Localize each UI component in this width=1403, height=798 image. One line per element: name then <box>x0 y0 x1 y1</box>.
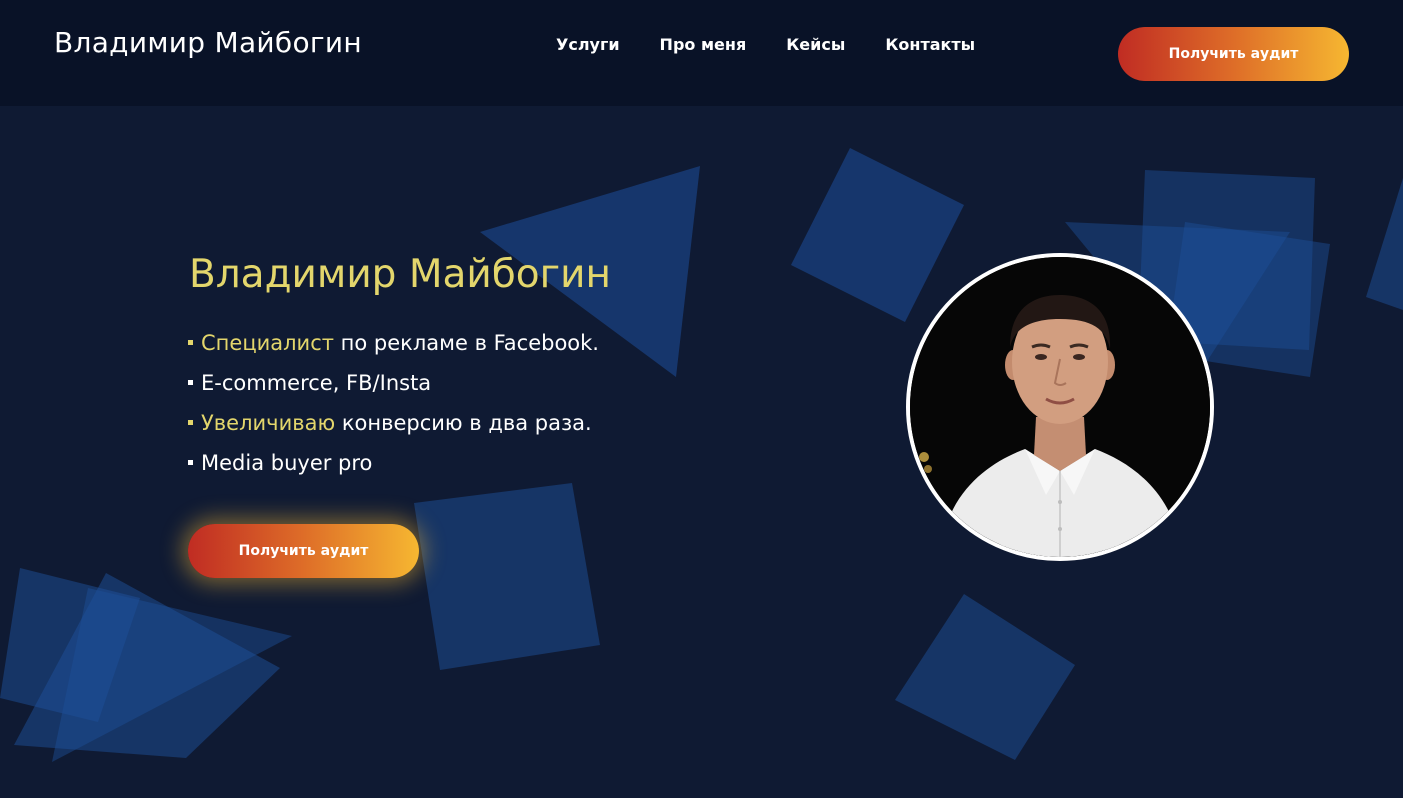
site-header: Владимир Майбогин Услуги Про меня Кейсы … <box>0 0 1403 106</box>
header-get-audit-button[interactable]: Получить аудит <box>1118 27 1349 81</box>
main-nav: Услуги Про меня Кейсы Контакты <box>556 35 975 54</box>
deco-square-shape <box>414 483 600 670</box>
nav-item-about[interactable]: Про меня <box>660 35 747 54</box>
list-item: E-commerce, FB/Insta <box>188 368 599 408</box>
bullet-square-icon <box>188 459 193 465</box>
deco-triangle-shape <box>1366 178 1403 310</box>
deco-square-shape <box>895 594 1075 760</box>
list-item: Увеличиваю конверсию в два раза. <box>188 408 599 448</box>
hero-get-audit-button[interactable]: Получить аудит <box>188 524 419 578</box>
bullet-square-icon <box>188 339 193 345</box>
bullet-text: по рекламе в Facebook. <box>333 331 599 355</box>
bullet-text: Media buyer pro <box>201 451 373 475</box>
list-item: Специалист по рекламе в Facebook. <box>188 328 599 368</box>
deco-square-shape <box>791 148 964 322</box>
portrait-photo-icon <box>910 257 1210 557</box>
nav-item-cases[interactable]: Кейсы <box>786 35 845 54</box>
bullet-square-icon <box>188 419 193 425</box>
nav-item-services[interactable]: Услуги <box>556 35 620 54</box>
hero-bullet-list: Специалист по рекламе в Facebook. E-comm… <box>188 328 599 488</box>
list-item: Media buyer pro <box>188 448 599 488</box>
nav-item-contacts[interactable]: Контакты <box>885 35 975 54</box>
landing-page: Владимир Майбогин Услуги Про меня Кейсы … <box>0 0 1403 798</box>
bullet-text: E-commerce, FB/Insta <box>201 371 432 395</box>
hero-title: Владимир Майбогин <box>189 252 611 297</box>
bullet-highlight: Специалист <box>201 331 334 355</box>
bullet-square-icon <box>188 379 193 385</box>
bullet-highlight: Увеличиваю <box>201 411 336 435</box>
bullet-text: конверсию в два раза. <box>335 411 592 435</box>
brand-logo-text[interactable]: Владимир Майбогин <box>54 26 362 59</box>
avatar <box>906 253 1214 561</box>
